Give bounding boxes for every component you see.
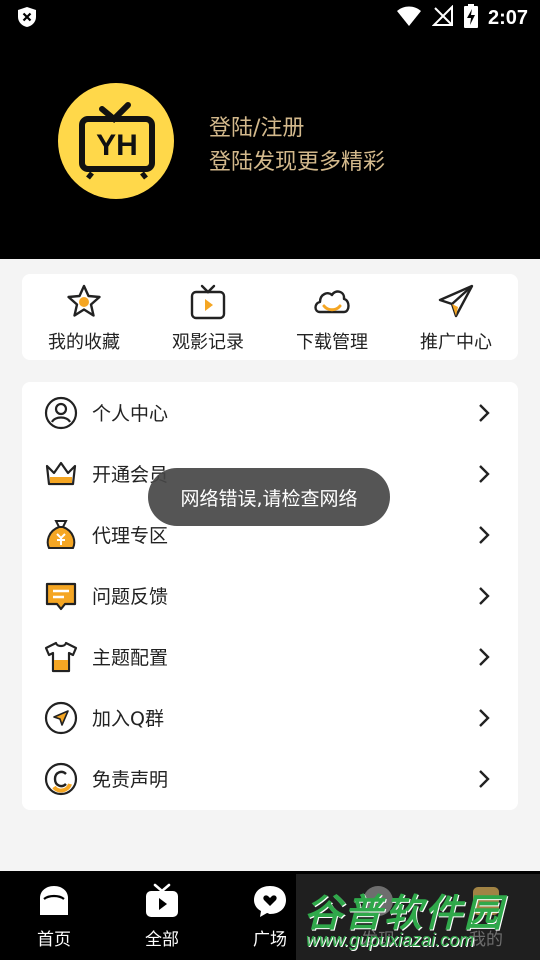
menu-label: 主题配置 <box>92 647 169 669</box>
menu-label: 问题反馈 <box>92 586 169 608</box>
user-icon <box>44 396 78 429</box>
chevron-right-icon <box>479 708 490 727</box>
logo-text: YH <box>96 129 138 162</box>
chat-heart-icon <box>254 886 286 917</box>
quick-favorites[interactable]: 我的收藏 <box>22 274 146 360</box>
crown-icon <box>45 461 77 485</box>
chevron-right-icon <box>479 403 490 422</box>
status-time: 2:07 <box>487 6 528 29</box>
nav-label: 全部 <box>145 930 179 950</box>
quick-downloads[interactable]: 下载管理 <box>270 274 394 360</box>
quick-label: 我的收藏 <box>48 332 120 353</box>
shield-icon <box>16 6 38 28</box>
watermark-text: 谷普软件园 <box>304 891 505 935</box>
chevron-right-icon <box>479 586 490 605</box>
nav-all[interactable]: 全部 <box>108 871 216 960</box>
watermark-url: www.gupuxiazai.com <box>306 930 475 950</box>
menu-item-theme[interactable]: 主题配置 <box>22 626 518 687</box>
menu-item-feedback[interactable]: 问题反馈 <box>22 565 518 626</box>
wifi-icon <box>396 5 422 31</box>
no-signal-icon <box>431 4 454 31</box>
nav-label: 首页 <box>37 930 71 950</box>
menu-label: 个人中心 <box>92 403 169 425</box>
login-register-link[interactable]: 登陆/注册 <box>209 110 304 142</box>
quick-label: 观影记录 <box>172 332 244 353</box>
watermark: 谷普软件园 www.gupuxiazai.com <box>296 874 540 960</box>
chevron-right-icon <box>479 769 490 788</box>
network-error-toast: 网络错误,请检查网络 <box>148 468 390 526</box>
cloud-icon <box>314 290 350 314</box>
copyright-icon <box>44 762 78 795</box>
menu-item-personal-center[interactable]: 个人中心 <box>22 382 518 443</box>
chevron-right-icon <box>479 525 490 544</box>
menu-label: 免责声明 <box>92 769 169 791</box>
app-logo[interactable]: YH <box>58 83 174 199</box>
paper-plane-icon <box>438 284 474 318</box>
home-icon <box>40 886 68 915</box>
tv-icon <box>146 883 178 917</box>
menu-item-disclaimer[interactable]: 免责声明 <box>22 748 518 809</box>
quick-history[interactable]: 观影记录 <box>146 274 270 360</box>
login-subtitle: 登陆发现更多精彩 <box>209 150 386 175</box>
tshirt-icon <box>44 641 78 672</box>
chevron-right-icon <box>479 464 490 483</box>
money-bag-icon <box>46 519 76 549</box>
menu-label: 代理专区 <box>92 525 169 547</box>
profile-header: 2:07 YH 登陆/注册 登陆发现更多精彩 <box>0 0 540 259</box>
navigation-icon <box>44 701 78 734</box>
menu-item-join-group[interactable]: 加入Q群 <box>22 687 518 748</box>
quick-label: 推广中心 <box>420 332 492 353</box>
battery-charging-icon <box>463 4 478 32</box>
quick-actions-card: 我的收藏 观影记录 下载管理 推广中心 <box>22 274 518 360</box>
star-icon <box>67 284 101 317</box>
status-bar: 2:07 <box>0 0 540 36</box>
menu-card: 个人中心 开通会员 代理专区 问题反馈 主题配置 加入Q群 免责声明 <box>22 382 518 810</box>
quick-promotion[interactable]: 推广中心 <box>394 274 518 360</box>
menu-label: 加入Q群 <box>92 708 164 730</box>
message-icon <box>45 582 77 610</box>
tv-play-icon <box>190 284 226 320</box>
quick-label: 下载管理 <box>296 332 368 353</box>
chevron-right-icon <box>479 647 490 666</box>
nav-home[interactable]: 首页 <box>0 871 108 960</box>
